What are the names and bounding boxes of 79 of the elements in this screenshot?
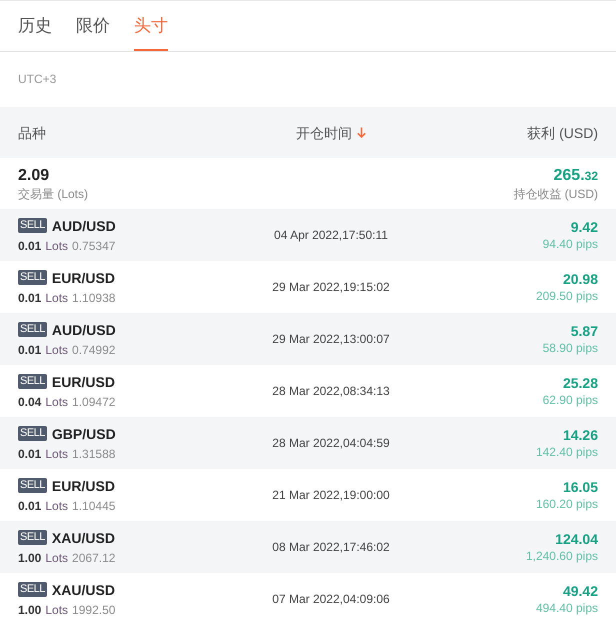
lots-label: Lots xyxy=(45,290,68,306)
sort-arrow-icon[interactable] xyxy=(357,127,366,138)
pips-value: 160.20 pips xyxy=(536,496,598,512)
open-time: 28 Mar 2022,04:04:59 xyxy=(272,435,390,452)
side-badge: SELL xyxy=(18,374,47,389)
lot-size: 0.01 xyxy=(18,446,42,462)
position-row[interactable]: SELL AUD/USD 0.01 Lots 0.75347 04 Apr 2022,17:50:11 9.42 94.40 pips xyxy=(0,209,616,261)
profit-value: 16.05 xyxy=(562,478,598,496)
lot-size: 0.04 xyxy=(18,394,42,410)
open-time: 29 Mar 2022,19:15:02 xyxy=(272,279,390,296)
profit-value: 49.42 xyxy=(562,582,598,600)
side-badge: SELL xyxy=(18,582,47,597)
open-price: 1.10938 xyxy=(72,290,116,306)
pips-value: 142.40 pips xyxy=(536,444,598,460)
open-time: 21 Mar 2022,19:00:00 xyxy=(272,487,390,504)
lot-size: 0.01 xyxy=(18,498,42,514)
open-price: 2067.12 xyxy=(72,550,116,566)
side-badge: SELL xyxy=(18,270,47,285)
lots-label: Lots xyxy=(45,550,68,566)
symbol-text: GBP/USD xyxy=(52,424,116,442)
symbol-text: EUR/USD xyxy=(52,476,115,494)
position-row[interactable]: SELL XAU/USD 1.00 Lots 2067.12 08 Mar 2022,17:46:02 124.04 1,240.60 pips xyxy=(0,521,616,573)
open-price: 1.10445 xyxy=(72,498,116,514)
open-time: 29 Mar 2022,13:00:07 xyxy=(272,331,390,348)
volume-label: 交易量 (Lots) xyxy=(18,186,88,202)
profit-value: 14.26 xyxy=(562,426,598,444)
symbol-text: AUD/USD xyxy=(52,320,116,338)
tab[interactable]: 限价 xyxy=(76,1,110,51)
side-badge: SELL xyxy=(18,218,47,233)
lots-label: Lots xyxy=(45,498,68,514)
side-badge: SELL xyxy=(18,322,47,337)
open-time: 08 Mar 2022,17:46:02 xyxy=(272,539,390,556)
open-time: 07 Mar 2022,04:09:06 xyxy=(272,591,390,608)
lot-size: 1.00 xyxy=(18,550,42,566)
symbol-text: EUR/USD xyxy=(52,372,115,390)
side-badge: SELL xyxy=(18,530,47,545)
tab[interactable]: 历史 xyxy=(18,1,52,51)
profit-value: 5.87 xyxy=(570,322,598,340)
pips-value: 58.90 pips xyxy=(542,340,598,356)
total-volume: 2.09 xyxy=(18,166,50,186)
lots-label: Lots xyxy=(45,238,68,254)
pips-value: 209.50 pips xyxy=(536,288,598,304)
column-header[interactable]: 开仓时间 xyxy=(296,122,352,142)
open-price: 1992.50 xyxy=(72,602,116,618)
profit-value: 124.04 xyxy=(555,530,598,548)
open-price: 0.74992 xyxy=(72,342,116,358)
profit-value: 9.42 xyxy=(570,218,598,236)
side-badge: SELL xyxy=(18,478,47,493)
lot-size: 1.00 xyxy=(18,602,42,618)
profit-value: 25.28 xyxy=(562,374,598,392)
total-profit: 265.32 xyxy=(554,166,598,186)
pips-value: 62.90 pips xyxy=(542,392,598,408)
profit-label: 持仓收益 (USD) xyxy=(513,186,598,202)
lot-size: 0.01 xyxy=(18,342,42,358)
profit-value: 20.98 xyxy=(562,270,598,288)
open-time: 04 Apr 2022,17:50:11 xyxy=(274,227,388,244)
lots-label: Lots xyxy=(45,602,68,618)
symbol-text: XAU/USD xyxy=(52,528,115,546)
column-header: 品种 xyxy=(18,124,46,142)
lots-label: Lots xyxy=(45,446,68,462)
position-row[interactable]: SELL GBP/USD 0.01 Lots 1.31588 28 Mar 2022,04:04:59 14.26 142.40 pips xyxy=(0,417,616,469)
column-header: 获利 (USD) xyxy=(527,124,598,142)
timezone-label: UTC+3 xyxy=(18,72,56,86)
symbol-text: XAU/USD xyxy=(52,580,115,598)
open-price: 0.75347 xyxy=(72,238,116,254)
symbol-text: EUR/USD xyxy=(52,268,115,286)
pips-value: 494.40 pips xyxy=(536,600,598,616)
lots-label: Lots xyxy=(45,394,68,410)
position-row[interactable]: SELL AUD/USD 0.01 Lots 0.74992 29 Mar 2022,13:00:07 5.87 58.90 pips xyxy=(0,313,616,365)
symbol-text: AUD/USD xyxy=(52,216,116,234)
lots-label: Lots xyxy=(45,342,68,358)
open-time: 28 Mar 2022,08:34:13 xyxy=(272,383,390,400)
pips-value: 94.40 pips xyxy=(542,236,598,252)
open-price: 1.09472 xyxy=(72,394,116,410)
pips-value: 1,240.60 pips xyxy=(526,548,598,564)
open-price: 1.31588 xyxy=(72,446,116,462)
side-badge: SELL xyxy=(18,426,47,441)
lot-size: 0.01 xyxy=(18,238,42,254)
lot-size: 0.01 xyxy=(18,290,42,306)
